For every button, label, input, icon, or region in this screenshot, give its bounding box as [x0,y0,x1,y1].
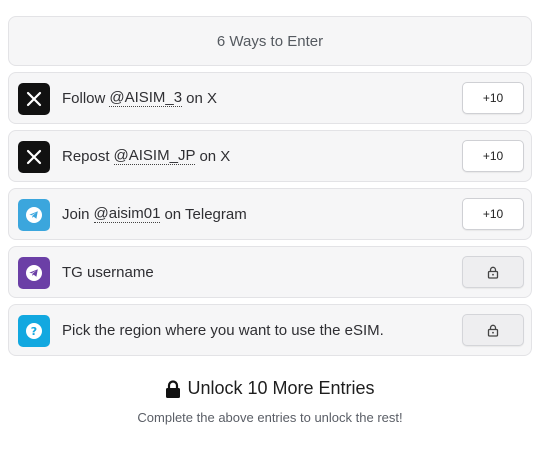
header-title: 6 Ways to Enter [216,32,324,50]
unlock-subtitle: Complete the above entries to unlock the… [137,410,403,425]
entry-label: TG username [62,263,154,281]
entry-platform-text: on Telegram [164,205,247,223]
entry-pick-region[interactable]: ? Pick the region where you want to use … [8,304,532,356]
unlock-title-text: Unlock 10 More Entries [187,378,375,398]
question-icon: ? [18,315,50,347]
entry-action-text: Join [62,205,90,223]
entry-platform-text: on X [186,89,217,107]
entry-tg-username[interactable]: TG username [8,246,532,298]
points-button[interactable]: +10 [462,82,524,114]
entry-join-telegram[interactable]: Join @aisim01 on Telegram +10 [8,188,532,240]
entry-methods-header: 6 Ways to Enter [8,16,532,66]
entry-label: Join @aisim01 on Telegram [62,189,247,239]
entry-action-text: Repost [62,147,110,165]
entry-handle-link[interactable]: @AISIM_3 [109,89,183,107]
unlock-more-heading: Unlock 10 More Entries [0,378,540,399]
telegram-icon [18,199,50,231]
entry-handle-link[interactable]: @aisim01 [93,205,161,223]
entry-action-text: Follow [62,89,106,107]
points-button[interactable]: +10 [462,140,524,172]
lock-icon [166,379,181,398]
locked-button[interactable] [462,256,524,288]
entry-repost-x[interactable]: Repost @AISIM_JP on X +10 [8,130,532,182]
entry-label: Follow @AISIM_3 on X [62,73,217,123]
telegram-icon [18,257,50,289]
entry-platform-text: on X [199,147,231,165]
x-logo-icon [18,83,50,115]
svg-text:?: ? [31,325,37,338]
locked-button[interactable] [462,314,524,346]
lock-icon [487,324,499,337]
entry-label: Pick the region where you want to use th… [62,321,384,339]
entry-follow-x[interactable]: Follow @AISIM_3 on X +10 [8,72,532,124]
points-button[interactable]: +10 [462,198,524,230]
lock-icon [487,266,499,279]
entry-handle-link[interactable]: @AISIM_JP [113,147,196,165]
x-logo-icon [18,141,50,173]
entry-label: Repost @AISIM_JP on X [62,131,230,181]
